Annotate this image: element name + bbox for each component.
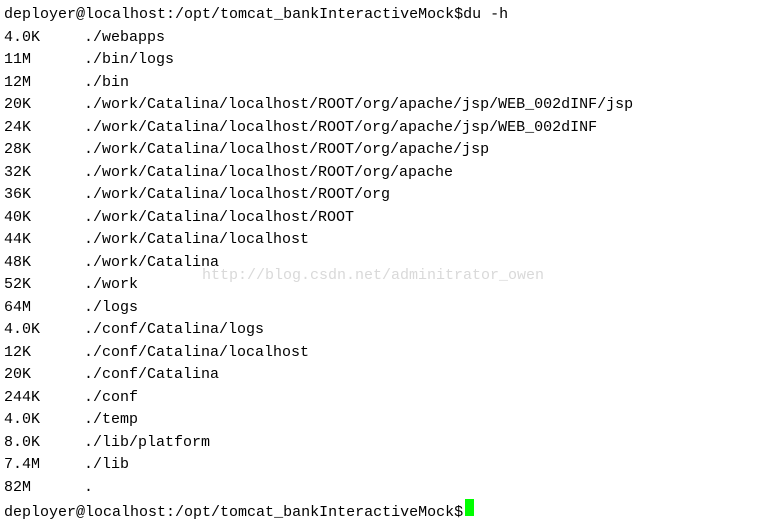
size-value: 12M xyxy=(4,72,84,95)
output-row: 244K./conf xyxy=(4,387,754,410)
path-value: ./conf/Catalina xyxy=(84,364,754,387)
path-value: ./conf/Catalina/logs xyxy=(84,319,754,342)
size-value: 4.0K xyxy=(4,409,84,432)
size-value: 64M xyxy=(4,297,84,320)
size-value: 28K xyxy=(4,139,84,162)
path-value: ./work/Catalina/localhost/ROOT/org xyxy=(84,184,754,207)
command-output: 4.0K./webapps 11M./bin/logs 12M./bin 20K… xyxy=(4,27,754,500)
size-value: 24K xyxy=(4,117,84,140)
path-value: ./work/Catalina/localhost/ROOT/org/apach… xyxy=(84,94,754,117)
prompt-path: /opt/tomcat_bankInteractiveMock xyxy=(175,502,454,525)
path-value: ./work/Catalina xyxy=(84,252,754,275)
output-row: 11M./bin/logs xyxy=(4,49,754,72)
path-value: ./lib/platform xyxy=(84,432,754,455)
path-value: ./temp xyxy=(84,409,754,432)
prompt-separator: : xyxy=(166,502,175,525)
prompt-line-2[interactable]: deployer@localhost:/opt/tomcat_bankInter… xyxy=(4,499,754,525)
path-value: ./work/Catalina/localhost/ROOT/org/apach… xyxy=(84,162,754,185)
size-value: 12K xyxy=(4,342,84,365)
prompt-line-1: deployer@localhost:/opt/tomcat_bankInter… xyxy=(4,4,754,27)
size-value: 40K xyxy=(4,207,84,230)
output-row: 4.0K./conf/Catalina/logs xyxy=(4,319,754,342)
output-row: 32K./work/Catalina/localhost/ROOT/org/ap… xyxy=(4,162,754,185)
output-row: 48K./work/Catalina xyxy=(4,252,754,275)
path-value: ./work xyxy=(84,274,754,297)
size-value: 48K xyxy=(4,252,84,275)
output-row: 4.0K./webapps xyxy=(4,27,754,50)
path-value: ./logs xyxy=(84,297,754,320)
output-row: 7.4M./lib xyxy=(4,454,754,477)
cursor-icon xyxy=(465,499,474,516)
terminal-window[interactable]: http://blog.csdn.net/adminitrator_owen d… xyxy=(4,4,754,525)
path-value: ./work/Catalina/localhost/ROOT xyxy=(84,207,754,230)
size-value: 20K xyxy=(4,94,84,117)
output-row: 24K./work/Catalina/localhost/ROOT/org/ap… xyxy=(4,117,754,140)
output-row: 82M. xyxy=(4,477,754,500)
path-value: ./bin xyxy=(84,72,754,95)
prompt-userhost: deployer@localhost xyxy=(4,502,166,525)
output-row: 12K./conf/Catalina/localhost xyxy=(4,342,754,365)
output-row: 12M./bin xyxy=(4,72,754,95)
output-row: 44K./work/Catalina/localhost xyxy=(4,229,754,252)
output-row: 64M./logs xyxy=(4,297,754,320)
size-value: 32K xyxy=(4,162,84,185)
path-value: ./webapps xyxy=(84,27,754,50)
path-value: ./bin/logs xyxy=(84,49,754,72)
path-value: ./lib xyxy=(84,454,754,477)
path-value: ./conf xyxy=(84,387,754,410)
prompt-symbol: $ xyxy=(454,502,463,525)
size-value: 52K xyxy=(4,274,84,297)
prompt-symbol: $ xyxy=(454,4,463,27)
size-value: 4.0K xyxy=(4,319,84,342)
prompt-userhost: deployer@localhost xyxy=(4,4,166,27)
size-value: 82M xyxy=(4,477,84,500)
size-value: 36K xyxy=(4,184,84,207)
output-row: 36K./work/Catalina/localhost/ROOT/org xyxy=(4,184,754,207)
output-row: 40K./work/Catalina/localhost/ROOT xyxy=(4,207,754,230)
path-value: ./work/Catalina/localhost/ROOT/org/apach… xyxy=(84,117,754,140)
output-row: 20K./work/Catalina/localhost/ROOT/org/ap… xyxy=(4,94,754,117)
command-text: du -h xyxy=(463,4,508,27)
path-value: ./conf/Catalina/localhost xyxy=(84,342,754,365)
path-value: ./work/Catalina/localhost xyxy=(84,229,754,252)
path-value: ./work/Catalina/localhost/ROOT/org/apach… xyxy=(84,139,754,162)
prompt-separator: : xyxy=(166,4,175,27)
output-row: 52K./work xyxy=(4,274,754,297)
prompt-path: /opt/tomcat_bankInteractiveMock xyxy=(175,4,454,27)
size-value: 44K xyxy=(4,229,84,252)
output-row: 4.0K./temp xyxy=(4,409,754,432)
size-value: 11M xyxy=(4,49,84,72)
size-value: 244K xyxy=(4,387,84,410)
output-row: 8.0K./lib/platform xyxy=(4,432,754,455)
output-row: 28K./work/Catalina/localhost/ROOT/org/ap… xyxy=(4,139,754,162)
output-row: 20K./conf/Catalina xyxy=(4,364,754,387)
size-value: 8.0K xyxy=(4,432,84,455)
size-value: 20K xyxy=(4,364,84,387)
path-value: . xyxy=(84,477,754,500)
size-value: 7.4M xyxy=(4,454,84,477)
size-value: 4.0K xyxy=(4,27,84,50)
